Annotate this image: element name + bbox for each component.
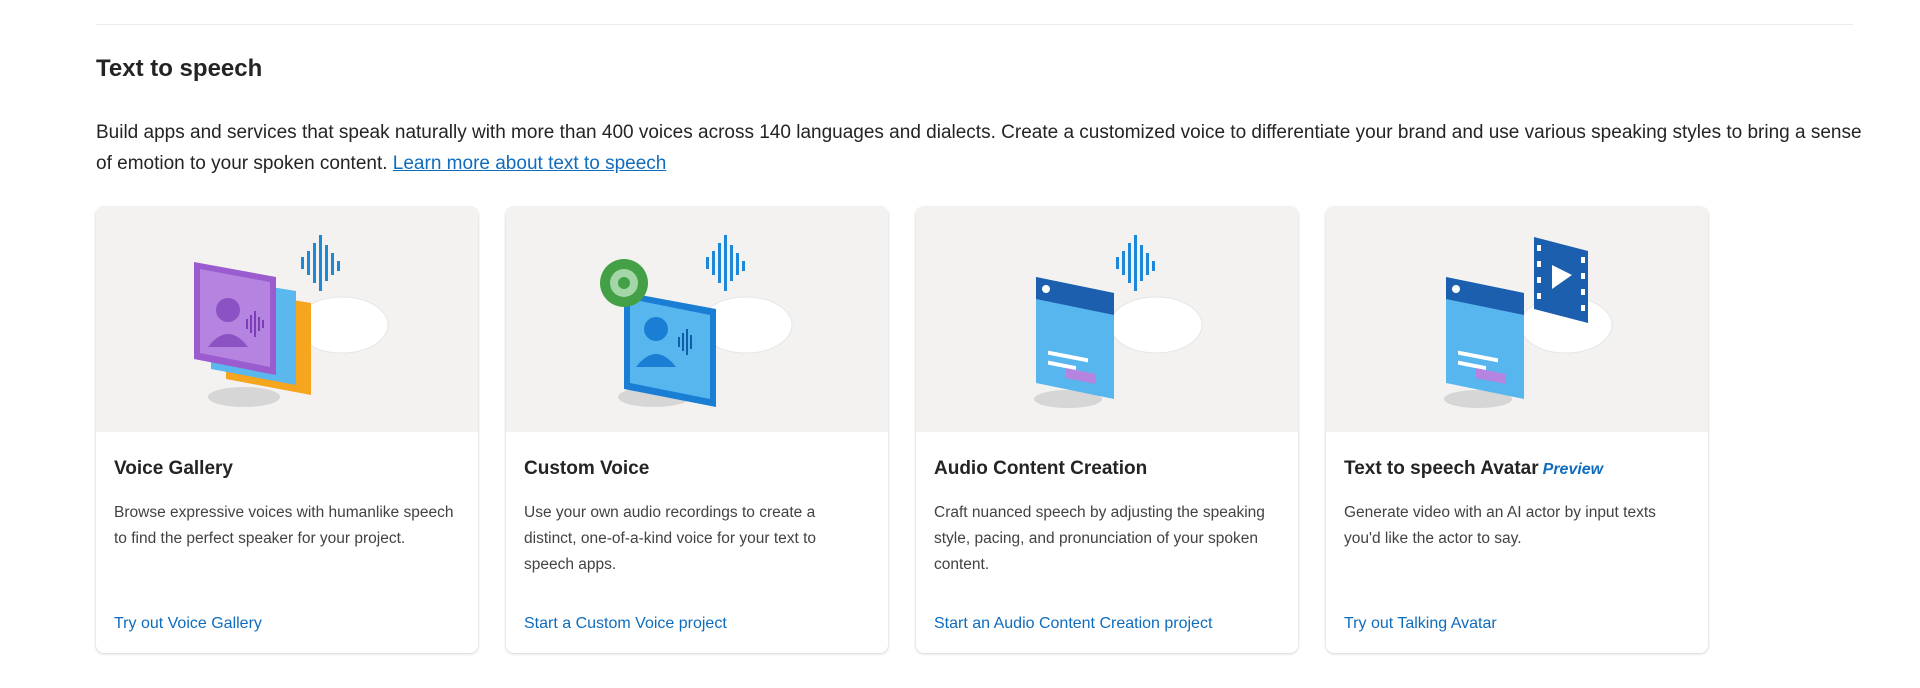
card-text-to-speech-avatar[interactable]: Text to speech Avatar Preview Generate vi… <box>1326 207 1708 653</box>
text-to-speech-page: Text to speech Build apps and services t… <box>0 0 1920 688</box>
try-talking-avatar-link[interactable]: Try out Talking Avatar <box>1344 615 1497 633</box>
card-title: Audio Content Creation <box>934 458 1148 479</box>
section-description-text: Build apps and services that speak natur… <box>96 122 1862 174</box>
card-title-text: Text to speech Avatar <box>1344 458 1539 479</box>
card-description: Browse expressive voices with humanlike … <box>114 504 454 547</box>
preview-badge: Preview <box>1542 461 1604 478</box>
section-description: Build apps and services that speak natur… <box>96 117 1866 179</box>
learn-more-link[interactable]: Learn more about text to speech <box>393 153 667 174</box>
card-title: Voice Gallery <box>114 458 233 479</box>
talking-avatar-illustration <box>1326 207 1708 432</box>
card-body: Text to speech Avatar Preview Generate vi… <box>1326 432 1708 552</box>
section-title: Text to speech <box>96 55 263 82</box>
card-body: Audio Content Creation Craft nuanced spe… <box>916 432 1298 578</box>
card-voice-gallery[interactable]: Voice Gallery Browse expressive voices w… <box>96 207 478 653</box>
card-description: Generate video with an AI actor by input… <box>1344 504 1656 547</box>
card-title: Custom Voice <box>524 458 650 479</box>
start-custom-voice-link[interactable]: Start a Custom Voice project <box>524 615 727 633</box>
voice-gallery-illustration <box>96 207 478 432</box>
card-audio-content-creation[interactable]: Audio Content Creation Craft nuanced spe… <box>916 207 1298 653</box>
card-body: Voice Gallery Browse expressive voices w… <box>96 432 478 552</box>
card-title: Text to speech Avatar Preview <box>1344 432 1690 480</box>
try-voice-gallery-link[interactable]: Try out Voice Gallery <box>114 615 262 633</box>
custom-voice-illustration <box>506 207 888 432</box>
voice-gallery-icon <box>194 235 389 407</box>
card-custom-voice[interactable]: Custom Voice Use your own audio recordin… <box>506 207 888 653</box>
card-description: Use your own audio recordings to create … <box>524 504 817 573</box>
audio-content-creation-icon <box>1034 235 1203 408</box>
start-audio-content-creation-link[interactable]: Start an Audio Content Creation project <box>934 615 1212 633</box>
talking-avatar-icon <box>1444 237 1613 408</box>
card-description: Craft nuanced speech by adjusting the sp… <box>934 504 1265 573</box>
top-divider <box>96 24 1853 25</box>
card-list: Voice Gallery Browse expressive voices w… <box>96 207 1708 653</box>
card-body: Custom Voice Use your own audio recordin… <box>506 432 888 578</box>
audio-content-creation-illustration <box>916 207 1298 432</box>
custom-voice-icon <box>600 235 793 407</box>
